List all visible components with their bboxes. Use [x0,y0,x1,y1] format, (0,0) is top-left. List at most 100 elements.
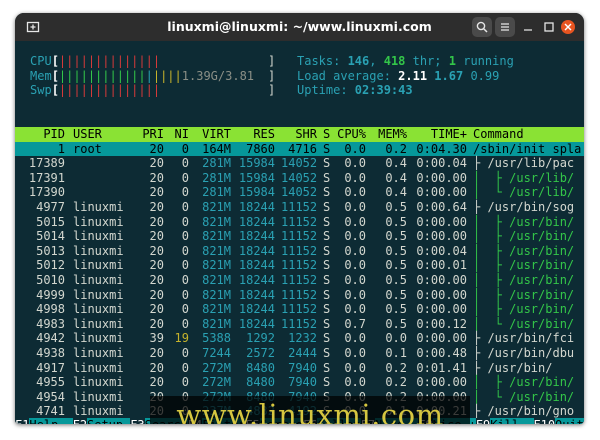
menu-button[interactable] [495,17,515,37]
cell-command: │ ├ /usr/bin/ [473,214,575,229]
cell-virt: 5388 [202,331,231,346]
close-button[interactable] [561,20,575,34]
cell-time: 0:00.64 [416,200,467,214]
cell-cpu: 0.0 [344,360,366,375]
close-icon [564,23,572,31]
cell-command: ├ /usr/lib/pac [473,156,575,171]
col-pid[interactable]: PID [15,127,65,142]
col-time[interactable]: TIME+ [411,127,467,142]
process-row[interactable]: 5015 linuxmi 20 0 821M 18244 11152 S 0.0 0.5 0:00.… [15,215,584,230]
cell-state: S [323,243,331,258]
process-row[interactable]: 4998 linuxmi 20 0 821M 18244 11152 S 0.0 0.5 0:00.… [15,302,584,317]
process-row[interactable]: 4938 linuxmi 20 0 7244 2572 2444 S 0.0 0.1 0:00.48… [15,346,584,361]
process-row[interactable]: 4983 linuxmi 20 0 821M 18244 11152 S 0.7 0.5 0:00.… [15,317,584,332]
maximize-button[interactable] [539,17,559,37]
search-button[interactable] [472,17,492,37]
process-row[interactable]: 17391 20 0 281M 15984 14052 S 0.0 0.4 0:00.00 │ ├ … [15,171,584,186]
fkey-f9-label[interactable]: Kill [490,418,534,424]
cell-ni: 0 [181,156,189,171]
cell-pid: 5010 [36,273,65,287]
fkey-f10-key[interactable]: F10 [533,418,555,424]
cell-ni: 0 [181,200,189,214]
minimize-button[interactable] [518,17,538,37]
cell-mem: 0.5 [385,229,407,244]
fkey-f2-key[interactable]: F2 [73,418,87,424]
process-row[interactable]: 5010 linuxmi 20 0 821M 18244 11152 S 0.0 0.5 0:00.… [15,273,584,288]
load-1min: 2.11 [398,68,428,83]
fkey-f2-label[interactable]: Setup [87,418,131,424]
cell-time: 0:00.48 [416,346,467,360]
cell-cpu: 0.0 [344,258,366,273]
column-header-row[interactable]: PID USER PRI NI VIRT RES SHR S CPU% MEM%… [15,127,584,142]
process-row[interactable]: 1 root 20 0 164M 7860 4716 S 0.0 0.2 0:04.30/sbin/… [15,141,584,157]
cell-pri: 20 [149,243,164,258]
cell-res: 7860 [246,141,275,156]
title-bar[interactable]: linuxmi@linuxmi: ~/www.linuxmi.com [15,13,584,41]
fkey-f9-key[interactable]: F9 [476,418,490,424]
tasks-label: Tasks: [297,54,348,68]
cell-shr: 11152 [281,287,318,302]
cell-pri: 20 [149,287,164,302]
cell-time: 0:00.00 [416,375,467,390]
load-5min: 1.67 [434,68,464,83]
cell-ni: 0 [181,375,189,390]
col-shr[interactable]: SHR [281,127,317,142]
cell-mem: 0.5 [385,214,407,229]
cell-ni: 0 [181,287,189,302]
cell-res: 18244 [238,229,275,244]
col-command[interactable]: Command [473,127,524,142]
cell-ni: 0 [181,185,189,200]
cell-mem: 0.5 [385,200,407,214]
col-res[interactable]: RES [237,127,275,142]
cell-ni: 0 [181,258,189,273]
fkey-f1-key[interactable]: F1 [15,418,29,424]
cell-shr: 4716 [288,141,317,156]
process-row[interactable]: 4955 linuxmi 20 0 272M 8480 7940 S 0.0 0.2 0:00.00… [15,375,584,390]
col-virt[interactable]: VIRT [195,127,231,142]
cell-user: linuxmi [73,200,124,214]
cell-pri: 20 [149,273,164,287]
mem-bracket-close: ] [268,68,276,83]
cell-cpu: 0.0 [344,287,366,302]
cell-command: ├ /usr/bin/fci [473,331,575,346]
process-row[interactable]: 4999 linuxmi 20 0 821M 18244 11152 S 0.0 0.5 0:00.… [15,288,584,303]
col-user[interactable]: USER [73,127,102,142]
col-cpu[interactable]: CPU% [337,127,366,142]
process-row[interactable]: 5012 linuxmi 20 0 821M 18244 11152 S 0.0 0.5 0:00.… [15,258,584,273]
process-row[interactable]: 4942 linuxmi 39 19 5388 1292 1232 S 0.0 0.0 0:00.0… [15,331,584,346]
col-pri[interactable]: PRI [135,127,164,142]
process-row[interactable]: 17390 20 0 281M 15984 14052 S 0.0 0.4 0:00.00 │ └ … [15,185,584,200]
threads-count: 418 [383,54,406,68]
cell-pid: 4998 [36,302,65,317]
process-row[interactable]: 4917 linuxmi 20 0 272M 8480 7940 S 0.0 0.2 0:01.41… [15,361,584,376]
cell-time: 0:00.00 [416,214,467,229]
col-state[interactable]: S [323,127,330,142]
process-row[interactable]: 4977 linuxmi 20 0 821M 18244 11152 S 0.0 0.5 0:00.… [15,200,584,215]
cell-pid: 4942 [36,331,65,346]
cell-cpu: 0.0 [344,185,366,200]
process-row[interactable]: 5014 linuxmi 20 0 821M 18244 11152 S 0.0 0.5 0:00.… [15,229,584,244]
process-row[interactable]: 17389 20 0 281M 15984 14052 S 0.0 0.4 0:00.04 ├ /u… [15,156,584,171]
cell-shr: 14052 [281,185,318,200]
col-mem[interactable]: MEM% [371,127,407,142]
cell-res: 15984 [238,156,275,171]
cell-mem: 0.5 [385,243,407,258]
cell-pid: 5015 [36,214,65,229]
terminal-area[interactable]: CPU[|||||||||||||| ] Mem[|||||||||||||||… [15,41,584,424]
cell-user: root [73,141,102,156]
cell-virt: 7244 [202,346,231,360]
cell-state: S [323,200,331,214]
cell-pri: 20 [149,200,164,214]
cell-command: │ └ /usr/bin/ [473,316,575,331]
cell-ni: 0 [181,229,189,244]
fkey-f3-key[interactable]: F3 [130,418,144,424]
cell-command: │ ├ /usr/bin/ [473,229,575,244]
cell-user: linuxmi [73,302,124,317]
process-row[interactable]: 5013 linuxmi 20 0 821M 18244 11152 S 0.0 0.5 0:00.… [15,244,584,259]
fkey-f10-label[interactable]: Quit [555,418,584,424]
col-ni[interactable]: NI [167,127,189,142]
cell-command: ├ /usr/bin/ [473,360,553,375]
mem-value: 1.39G/3.81 [181,68,255,83]
cell-res: 18244 [238,243,275,258]
fkey-f1-label[interactable]: Help [29,418,73,424]
